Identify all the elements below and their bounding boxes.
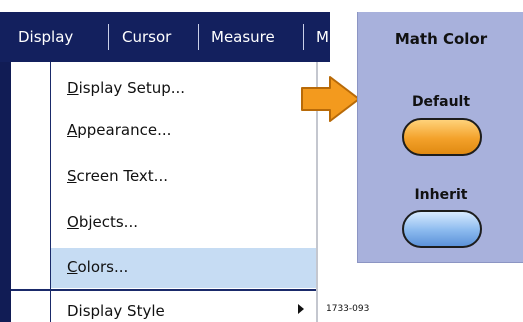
math-color-panel: Math Color Default Inherit [357,12,523,263]
menu-item-objects[interactable]: Objects... [51,203,316,243]
menu-divider-horizontal [11,289,318,291]
menu-tab-cursor[interactable]: Cursor [122,12,171,62]
default-color-button[interactable] [402,118,482,156]
menu-item-screen-text[interactable]: Screen Text... [51,157,316,197]
menu-tab-math-partial[interactable]: M [316,12,330,62]
menu-item-label: Colors... [67,258,129,276]
inherit-color-button[interactable] [402,210,482,248]
menu-item-appearance[interactable]: Appearance... [51,111,316,151]
menu-tab-display[interactable]: Display [18,12,73,62]
submenu-arrow-icon [298,304,304,314]
display-dropdown-menu: Display Setup... Appearance... Screen Te… [0,62,318,322]
menu-item-label: Display Setup... [67,79,186,97]
menu-divider-vertical [50,62,51,322]
callout-arrow-icon [301,76,360,122]
menu-item-label: Display Style [67,302,165,320]
menu-item-label: Screen Text... [67,167,168,185]
figure-code: 1733-093 [326,304,370,314]
menu-item-colors[interactable]: Colors... [51,248,316,288]
menu-item-label: Objects... [67,213,138,231]
menu-separator [198,24,199,50]
inherit-button-label: Inherit [414,187,468,203]
menu-tab-measure[interactable]: Measure [211,12,275,62]
menu-item-display-setup[interactable]: Display Setup... [51,69,316,109]
menu-item-display-style[interactable]: Display Style [51,292,316,322]
menu-bar: Display Cursor Measure M [0,12,330,62]
panel-title: Math Color [394,30,488,48]
menu-separator [108,24,109,50]
menu-item-label: Appearance... [67,121,172,139]
menu-separator [303,24,304,50]
default-button-label: Default [411,94,471,110]
callout-arrow-shape [301,76,360,122]
menu-spine [0,62,11,322]
